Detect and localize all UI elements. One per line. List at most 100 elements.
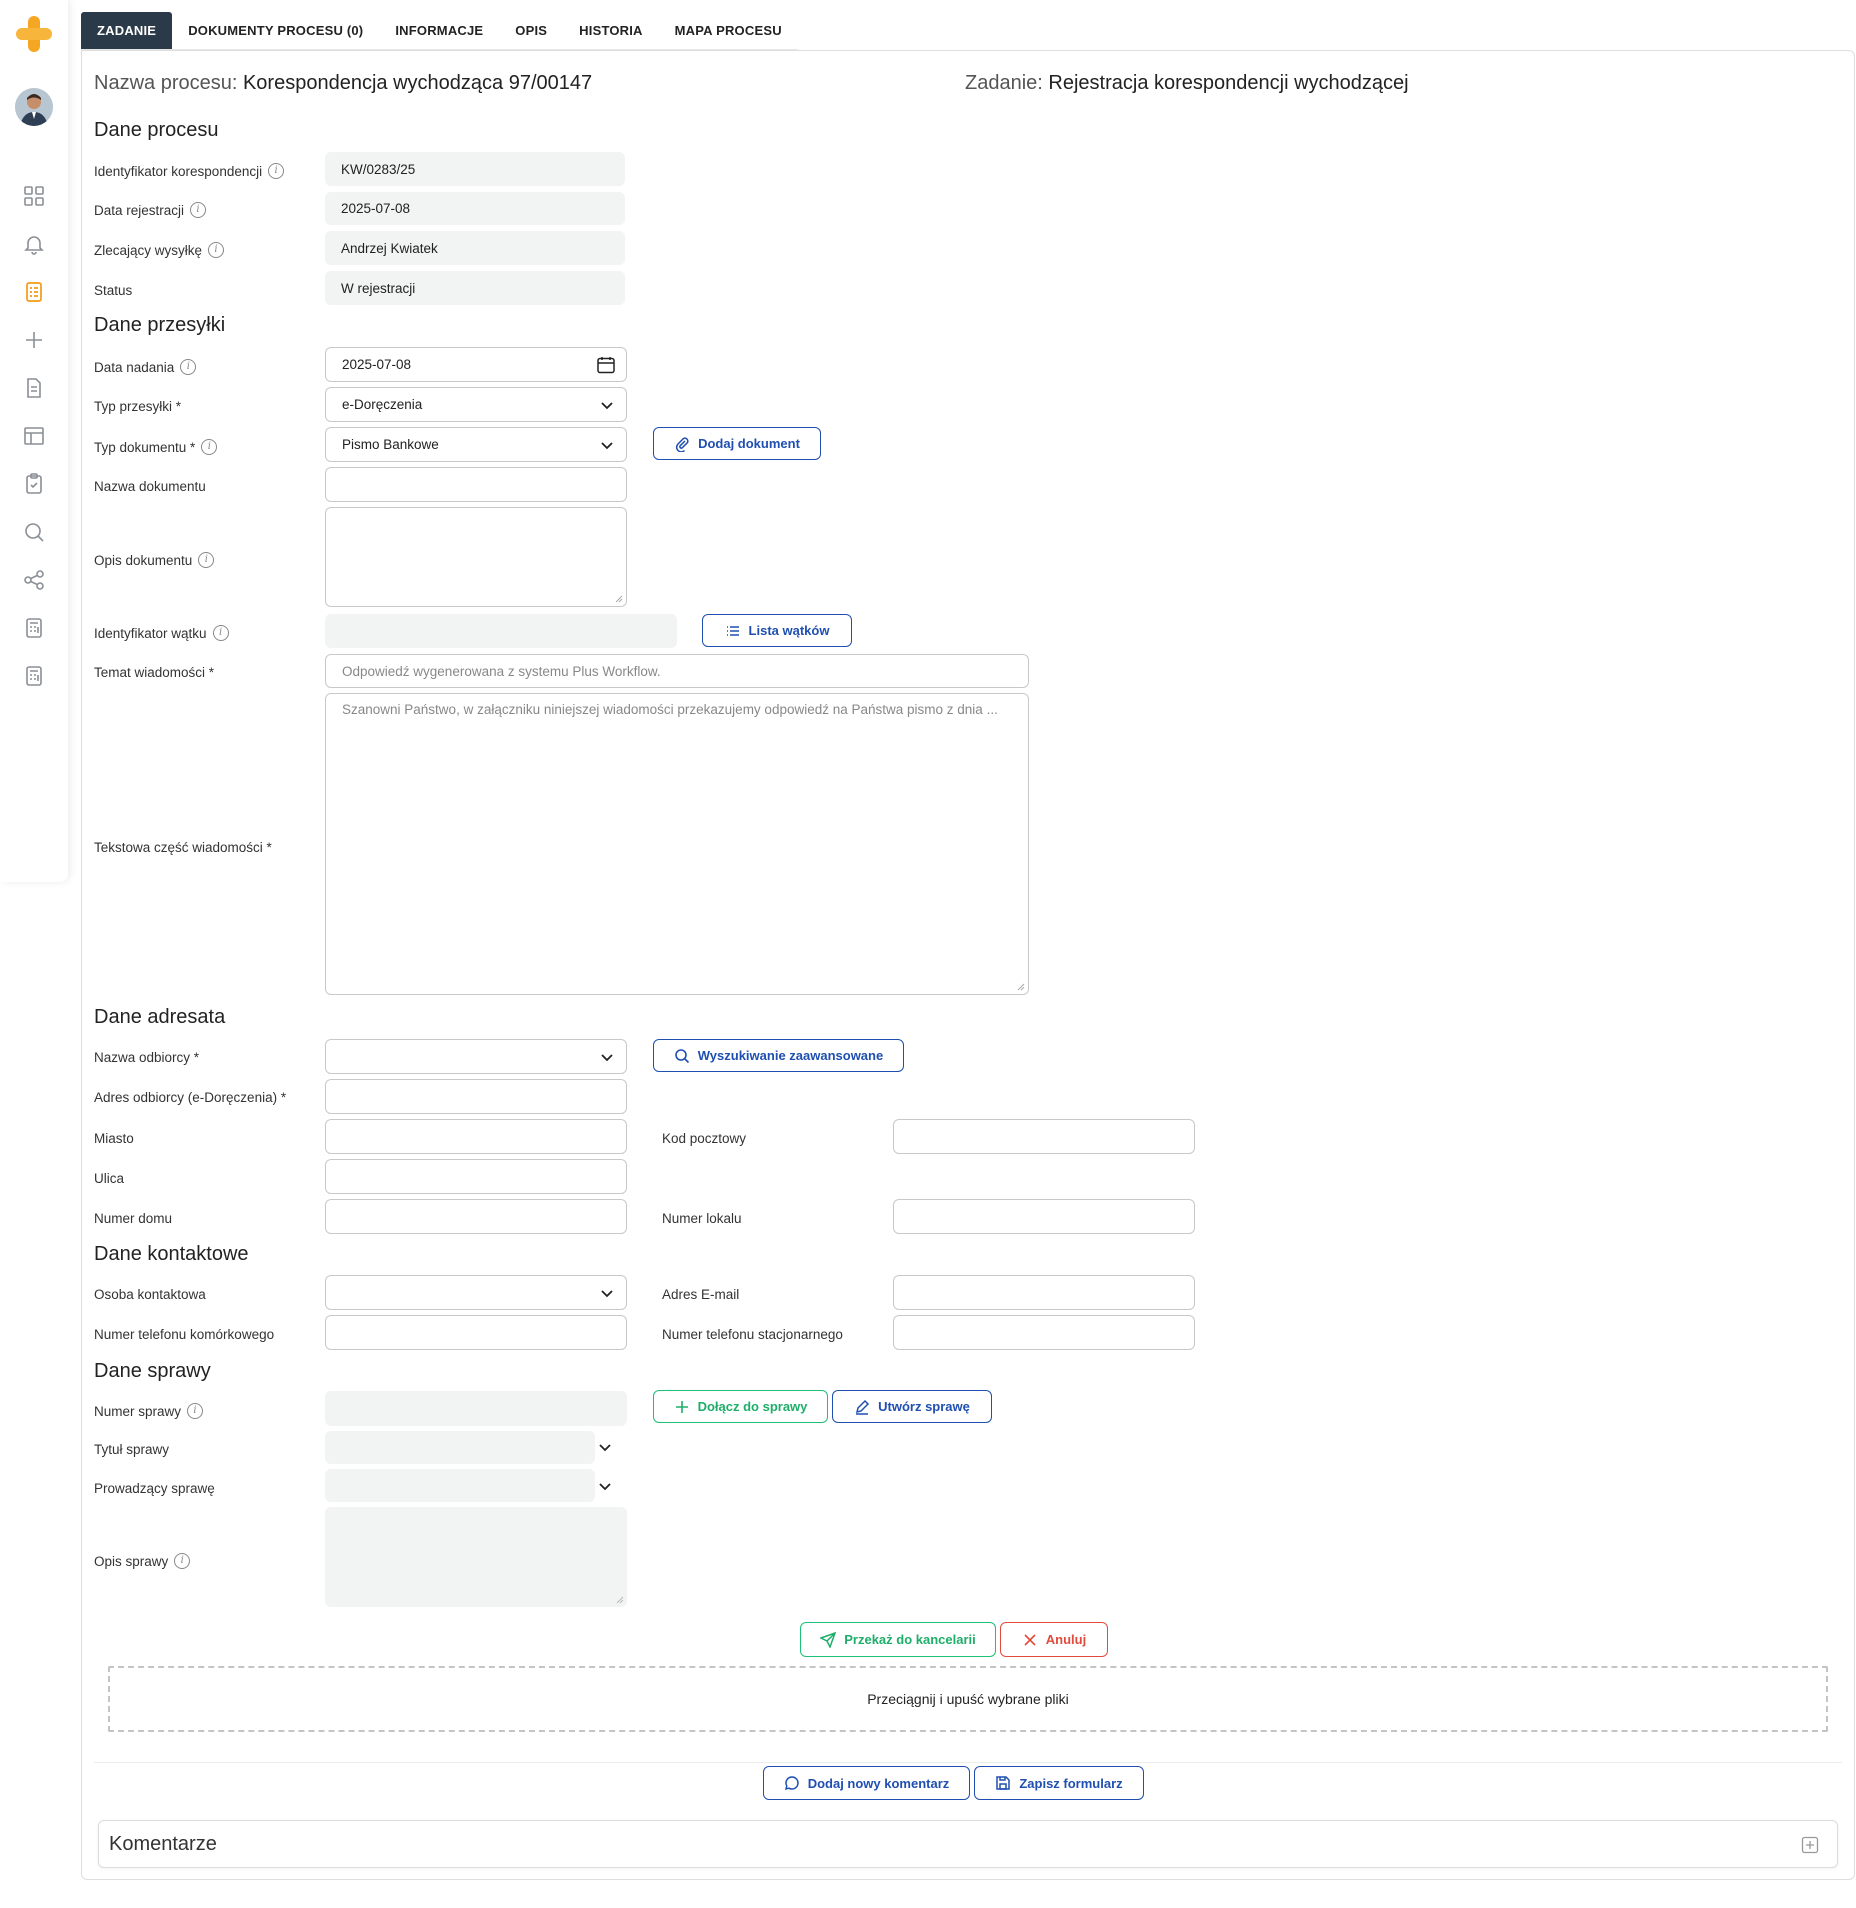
message-subject-label-text: Temat wiadomości * [94, 665, 215, 680]
calculator-icon[interactable] [22, 664, 46, 688]
email-label-text: Adres E-mail [662, 1287, 740, 1302]
calendar-icon[interactable] [596, 355, 616, 375]
send-date-value: 2025-07-08 [342, 357, 412, 372]
clipboard-check-icon[interactable] [22, 472, 46, 496]
share-icon[interactable] [22, 568, 46, 592]
correspondence-id-label-text: Identyfikator korespondencji [94, 163, 263, 179]
add-comment-button[interactable]: Dodaj nowy komentarz [763, 1766, 970, 1800]
mobile-phone-input[interactable] [325, 1315, 627, 1350]
save-icon [996, 1776, 1011, 1790]
add-comment-button-label: Dodaj nowy komentarz [807, 1775, 950, 1791]
city-label-text: Miasto [94, 1131, 134, 1146]
calculator-icon[interactable] [22, 616, 46, 640]
document-name-label-text: Nazwa dokumentu [94, 479, 206, 494]
shipment-type-label-text: Typ przesyłki * [94, 399, 182, 414]
info-icon[interactable]: i [198, 552, 215, 568]
section-title-shipment: Dane przesyłki [94, 314, 226, 336]
postal-code-label-text: Kod pocztowy [662, 1131, 747, 1146]
forward-to-office-button-label: Przekaż do kancelarii [844, 1632, 976, 1647]
case-description-label-text: Opis sprawy [94, 1553, 169, 1569]
tab-informacje[interactable]: INFORMACJE [379, 12, 500, 50]
expand-icon[interactable] [1801, 1836, 1819, 1854]
document-description-textarea[interactable] [325, 507, 627, 607]
info-icon[interactable]: i [212, 625, 229, 641]
create-case-button[interactable]: Utwórz sprawę [832, 1390, 992, 1423]
tab-mapa-procesu[interactable]: MAPA PROCESU [658, 12, 798, 50]
shipment-type-select[interactable]: e-Doręczenia [325, 387, 627, 422]
search-icon[interactable] [22, 520, 46, 544]
join-case-button[interactable]: Dołącz do sprawy [653, 1390, 828, 1423]
recipient-name-label: Nazwa odbiorcy * [94, 1050, 199, 1065]
grid-icon[interactable] [22, 184, 46, 208]
send-date-label-text: Data nadania [94, 359, 175, 375]
shipment-type-value: e-Doręczenia [342, 397, 423, 412]
send-date-input[interactable]: 2025-07-08 [325, 347, 627, 382]
postal-code-input[interactable] [893, 1119, 1195, 1154]
section-title-process: Dane procesu [94, 119, 219, 141]
bell-icon[interactable] [22, 232, 46, 256]
info-icon[interactable]: i [201, 439, 218, 455]
recipient-name-select[interactable] [325, 1039, 627, 1074]
info-icon[interactable]: i [268, 163, 285, 179]
plus-icon [675, 1400, 688, 1413]
document-name-input[interactable] [325, 467, 627, 502]
info-icon[interactable]: i [174, 1553, 191, 1569]
cancel-button[interactable]: Anuluj [1000, 1622, 1108, 1657]
file-dropzone[interactable]: Przeciągnij i upuść wybrane pliki [108, 1666, 1828, 1732]
requester-field: Andrzej Kwiatek [325, 231, 625, 265]
street-input[interactable] [325, 1159, 627, 1194]
document-type-select[interactable]: Pismo Bankowe [325, 427, 627, 462]
message-body-textarea[interactable]: Szanowni Państwo, w załączniku niniejsze… [325, 693, 1029, 995]
status-label: Status [94, 283, 132, 298]
city-input[interactable] [325, 1119, 627, 1154]
landline-phone-input[interactable] [893, 1315, 1195, 1350]
case-owner-label: Prowadzący sprawę [94, 1481, 215, 1496]
process-name-value: Korespondencja wychodząca 97/00147 [242, 72, 593, 94]
avatar[interactable] [15, 88, 53, 126]
case-title-label-text: Tytuł sprawy [94, 1442, 170, 1457]
email-input[interactable] [893, 1275, 1195, 1310]
thread-list-button-label: Lista wątków [748, 623, 830, 638]
plus-logo-icon[interactable] [14, 14, 54, 54]
flat-number-input[interactable] [893, 1199, 1195, 1234]
tab-zadanie[interactable]: ZADANIE [81, 12, 173, 50]
plus-icon[interactable] [22, 328, 46, 352]
process-name-label: Nazwa procesu: [94, 72, 238, 94]
comment-icon [784, 1776, 799, 1791]
tab-dokumenty-procesu[interactable]: DOKUMENTY PROCESU (0) [172, 12, 380, 50]
resize-grip-icon[interactable] [1017, 983, 1025, 991]
section-title-recipient: Dane adresata [94, 1006, 226, 1028]
message-subject-input[interactable]: Odpowiedź wygenerowana z systemu Plus Wo… [325, 654, 1029, 688]
thread-list-button[interactable]: Lista wątków [702, 614, 852, 647]
task-name-label: Zadanie: [965, 72, 1043, 94]
flat-number-label-text: Numer lokalu [662, 1211, 742, 1226]
resize-grip-icon[interactable] [615, 595, 623, 603]
table-icon[interactable] [22, 424, 46, 448]
tab-opis[interactable]: OPIS [499, 12, 564, 50]
cancel-button-label: Anuluj [1045, 1632, 1087, 1647]
correspondence-id-field: KW/0283/25 [325, 152, 625, 186]
forward-to-office-button[interactable]: Przekaż do kancelarii [800, 1622, 996, 1657]
advanced-search-button[interactable]: Wyszukiwanie zaawansowane [653, 1039, 904, 1072]
house-number-input[interactable] [325, 1199, 627, 1234]
process-tabs: ZADANIE DOKUMENTY PROCESU (0) INFORMACJE… [81, 12, 798, 50]
flat-number-label: Numer lokalu [662, 1211, 742, 1226]
add-document-button[interactable]: Dodaj dokument [653, 427, 821, 460]
recipient-address-input[interactable] [325, 1079, 627, 1114]
task-list-icon[interactable] [22, 280, 46, 304]
info-icon[interactable]: i [180, 359, 197, 375]
message-body-label: Tekstowa część wiadomości * [94, 840, 272, 855]
registration-date-label-text: Data rejestracji [94, 202, 185, 218]
comments-panel: Komentarze [98, 1820, 1838, 1868]
contact-person-select[interactable] [325, 1275, 627, 1310]
create-case-button-label: Utwórz sprawę [878, 1399, 970, 1414]
info-icon[interactable]: i [208, 242, 225, 258]
save-form-button[interactable]: Zapisz formularz [974, 1766, 1144, 1800]
info-icon[interactable]: i [190, 202, 207, 218]
section-title-case: Dane sprawy [94, 1360, 211, 1382]
requester-label-text: Zlecający wysyłkę [94, 242, 203, 258]
document-icon[interactable] [22, 376, 46, 400]
tab-historia[interactable]: HISTORIA [563, 12, 659, 50]
info-icon[interactable]: i [187, 1403, 204, 1419]
registration-date-label: Data rejestracji i [94, 202, 207, 218]
